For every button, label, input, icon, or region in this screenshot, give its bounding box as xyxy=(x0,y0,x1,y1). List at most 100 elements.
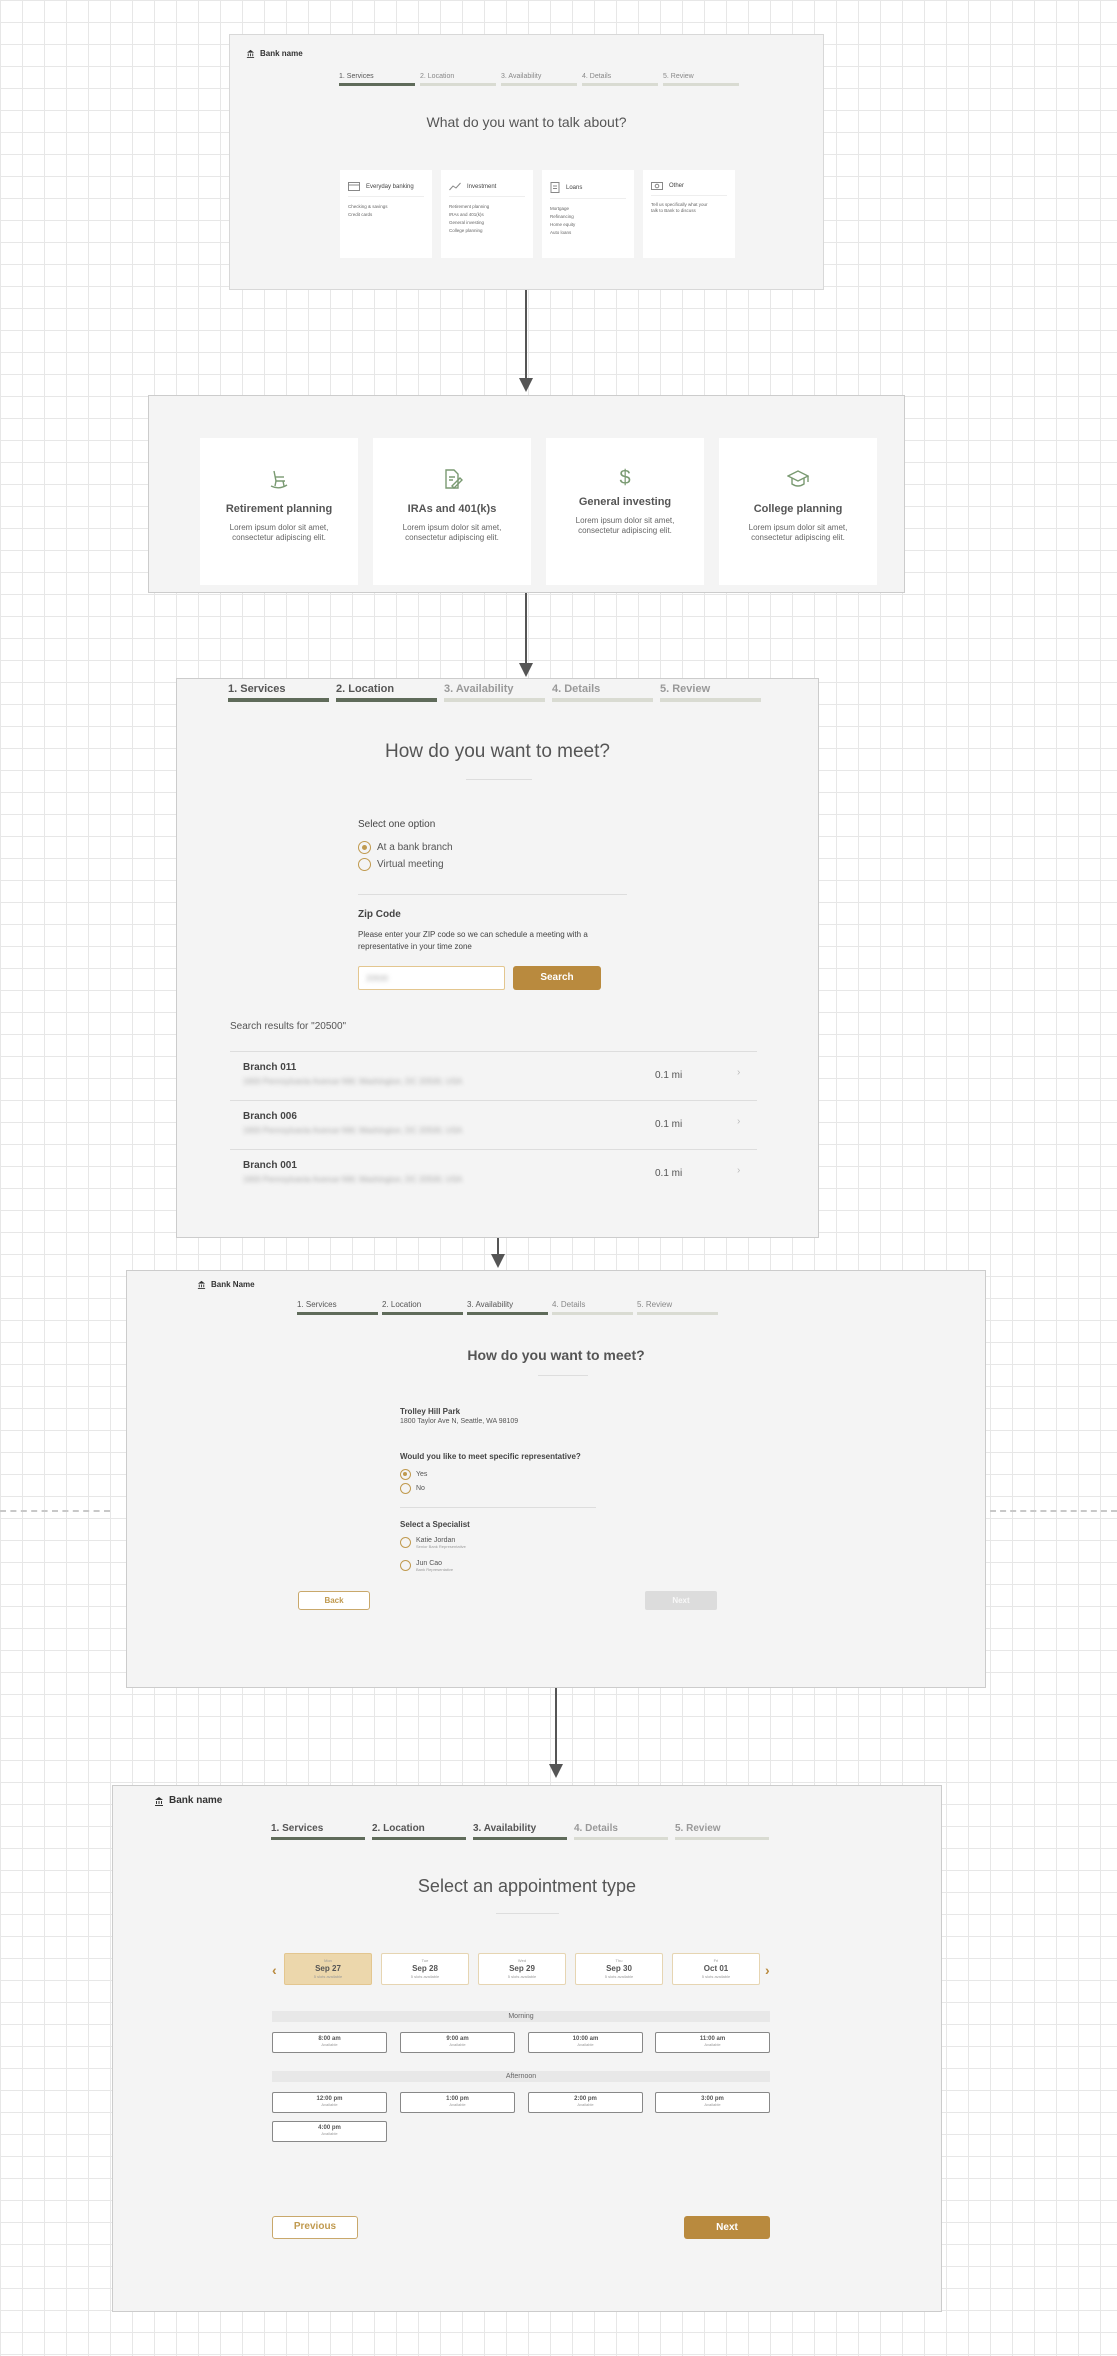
topic-card-investment[interactable]: Investment Retirement planning IRAs and … xyxy=(441,170,533,258)
step-location[interactable]: 2. Location xyxy=(372,1823,466,1840)
step-availability[interactable]: 3. Availability xyxy=(444,683,545,702)
card-item[interactable]: College planning xyxy=(449,227,525,235)
option-bank-branch[interactable]: At a bank branch xyxy=(358,841,453,854)
time-slot[interactable]: 8:00 am Available xyxy=(272,2032,387,2053)
screen-representative: Bank Name 1. Services 2. Location 3. Ava… xyxy=(126,1270,986,1688)
topic-card-general-investing[interactable]: $ General investing Lorem ipsum dolor si… xyxy=(546,438,704,585)
chevron-right-icon: › xyxy=(737,1116,741,1127)
time-slot[interactable]: 4:00 pm Available xyxy=(272,2121,387,2142)
step-review[interactable]: 5. Review xyxy=(637,1300,718,1315)
date-prev-arrow[interactable]: ‹ xyxy=(272,1962,277,1978)
topic-card-everyday-banking[interactable]: Everyday banking Checking & savings Cred… xyxy=(340,170,432,258)
stepper: 1. Services 2. Location 3. Availability … xyxy=(228,683,761,702)
zip-input[interactable]: 20500 xyxy=(358,966,505,990)
dollar-icon: $ xyxy=(619,467,631,489)
radio-unselected[interactable] xyxy=(400,1483,411,1494)
radio-unselected[interactable] xyxy=(400,1560,411,1571)
card-description: Lorem ipsum dolor sit amet, consectetur … xyxy=(402,523,502,542)
branch-name: Branch 011 xyxy=(243,1062,297,1073)
card-title: Investment xyxy=(467,183,497,190)
screen-location: 1. Services 2. Location 3. Availability … xyxy=(176,678,819,1238)
step-services[interactable]: 1. Services xyxy=(339,73,415,86)
section-divider xyxy=(400,1507,596,1508)
topic-card-other[interactable]: Other Tell us specifically what your tal… xyxy=(643,170,735,258)
step-location[interactable]: 2. Location xyxy=(382,1300,463,1315)
option-virtual-meeting[interactable]: Virtual meeting xyxy=(358,858,444,871)
step-location[interactable]: 2. Location xyxy=(420,73,496,86)
step-location[interactable]: 2. Location xyxy=(336,683,437,702)
step-availability[interactable]: 3. Availability xyxy=(501,73,577,86)
date-option[interactable]: Tue Sep 28 5 slots available xyxy=(381,1953,469,1985)
step-review[interactable]: 5. Review xyxy=(663,73,739,86)
page-title: How do you want to meet? xyxy=(385,741,610,762)
step-services[interactable]: 1. Services xyxy=(271,1823,365,1840)
previous-button[interactable]: Previous xyxy=(272,2216,358,2239)
card-item[interactable]: Refinancing xyxy=(550,213,626,221)
time-slot[interactable]: 10:00 am Available xyxy=(528,2032,643,2053)
specialist-option[interactable]: Jun Cao Bank Representative xyxy=(400,1560,453,1572)
back-button[interactable]: Back xyxy=(298,1591,370,1610)
time-slot[interactable]: 9:00 am Available xyxy=(400,2032,515,2053)
date-next-arrow[interactable]: › xyxy=(765,1962,770,1978)
bank-name: Bank Name xyxy=(211,1280,255,1289)
step-details[interactable]: 4. Details xyxy=(552,1300,633,1315)
search-button[interactable]: Search xyxy=(513,966,601,990)
branch-row[interactable]: Branch 006 1600 Pennsylvania Avenue NW, … xyxy=(230,1100,757,1149)
radio-selected[interactable] xyxy=(358,841,371,854)
step-details[interactable]: 4. Details xyxy=(552,683,653,702)
radio-unselected[interactable] xyxy=(358,858,371,871)
bank-logo: Bank name xyxy=(154,1795,222,1806)
date-option[interactable]: Fri Oct 01 5 slots available xyxy=(672,1953,760,1985)
time-slot[interactable]: 11:00 am Available xyxy=(655,2032,770,2053)
time-slot[interactable]: 3:00 pm Available xyxy=(655,2092,770,2113)
card-item[interactable]: General investing xyxy=(449,219,525,227)
branch-name: Trolley Hill Park xyxy=(400,1407,461,1416)
rocking-chair-icon xyxy=(270,470,288,489)
step-services[interactable]: 1. Services xyxy=(228,683,329,702)
card-item[interactable]: Retirement planning xyxy=(449,203,525,211)
next-button[interactable]: Next xyxy=(645,1591,717,1610)
branch-row[interactable]: Branch 011 1600 Pennsylvania Avenue NW, … xyxy=(230,1051,757,1100)
option-yes[interactable]: Yes xyxy=(400,1469,427,1480)
select-label: Select one option xyxy=(358,819,436,830)
date-option[interactable]: Mon Sep 27 5 slots available xyxy=(284,1953,372,1985)
specialist-name: Jun Cao xyxy=(416,1560,443,1567)
stepper: 1. Services 2. Location 3. Availability … xyxy=(297,1300,718,1315)
option-no[interactable]: No xyxy=(400,1483,425,1494)
topic-card-retirement[interactable]: Retirement planning Lorem ipsum dolor si… xyxy=(200,438,358,585)
step-services[interactable]: 1. Services xyxy=(297,1300,378,1315)
screen-investment-topics: Retirement planning Lorem ipsum dolor si… xyxy=(148,395,905,593)
card-item[interactable]: Mortgage xyxy=(550,205,626,213)
card-item[interactable]: Home equity xyxy=(550,221,626,229)
step-availability[interactable]: 3. Availability xyxy=(467,1300,548,1315)
step-review[interactable]: 5. Review xyxy=(660,683,761,702)
card-title: Everyday banking xyxy=(366,183,414,190)
time-slot[interactable]: 1:00 pm Available xyxy=(400,2092,515,2113)
bank-icon xyxy=(246,49,255,58)
branch-address: 1600 Pennsylvania Avenue NW, Washington,… xyxy=(243,1077,463,1086)
title-divider xyxy=(496,1913,559,1914)
branch-address: 1600 Pennsylvania Avenue NW, Washington,… xyxy=(243,1175,463,1184)
card-item[interactable]: Auto loans xyxy=(550,229,626,237)
step-details[interactable]: 4. Details xyxy=(574,1823,668,1840)
document-edit-icon xyxy=(445,469,463,489)
step-availability[interactable]: 3. Availability xyxy=(473,1823,567,1840)
date-option[interactable]: Thu Sep 30 5 slots available xyxy=(575,1953,663,1985)
card-item[interactable]: IRAs and 401(k)s xyxy=(449,211,525,219)
radio-unselected[interactable] xyxy=(400,1537,411,1548)
date-option[interactable]: Wed Sep 29 5 slots available xyxy=(478,1953,566,1985)
step-details[interactable]: 4. Details xyxy=(582,73,658,86)
time-slot[interactable]: 2:00 pm Available xyxy=(528,2092,643,2113)
branch-row[interactable]: Branch 001 1600 Pennsylvania Avenue NW, … xyxy=(230,1149,757,1198)
radio-selected[interactable] xyxy=(400,1469,411,1480)
branch-distance: 0.1 mi xyxy=(655,1168,683,1179)
time-slot[interactable]: 12:00 pm Available xyxy=(272,2092,387,2113)
topic-card-iras[interactable]: IRAs and 401(k)s Lorem ipsum dolor sit a… xyxy=(373,438,531,585)
guide-line-left xyxy=(0,1510,110,1512)
zip-input-value: 20500 xyxy=(366,974,389,983)
next-button[interactable]: Next xyxy=(684,2216,770,2239)
topic-card-loans[interactable]: Loans Mortgage Refinancing Home equity A… xyxy=(542,170,634,258)
step-review[interactable]: 5. Review xyxy=(675,1823,769,1840)
specialist-option[interactable]: Katie Jordan Senior Bank Representative xyxy=(400,1537,466,1549)
topic-card-college[interactable]: College planning Lorem ipsum dolor sit a… xyxy=(719,438,877,585)
